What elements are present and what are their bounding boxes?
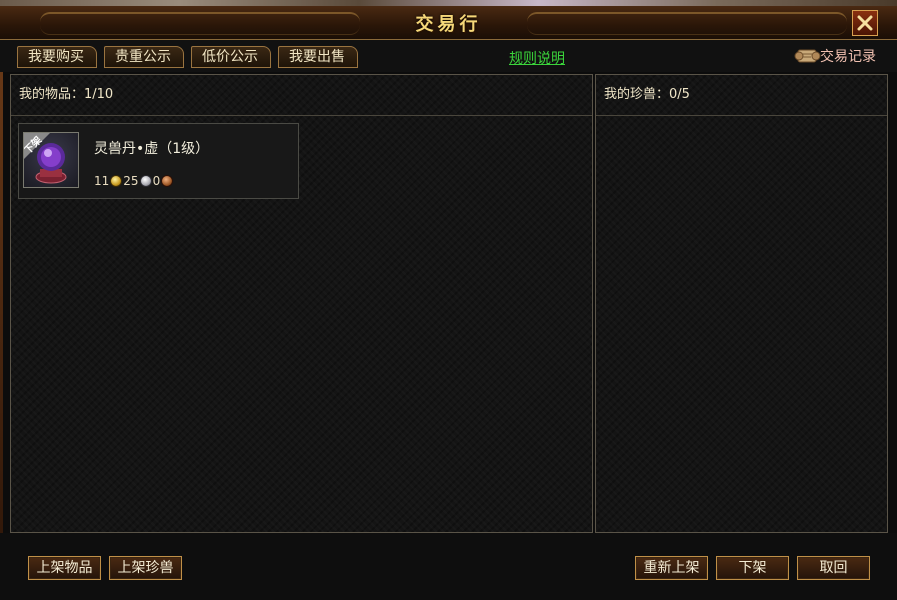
list-pet-button[interactable]: 上架珍兽 bbox=[109, 556, 182, 580]
rules-link[interactable]: 规则说明 bbox=[509, 48, 565, 68]
my-items-header: 我的物品：1/10 bbox=[11, 75, 592, 116]
item-name: 灵兽丹•虚（1级） bbox=[94, 141, 210, 157]
retrieve-button[interactable]: 取回 bbox=[797, 556, 870, 580]
tab-buy[interactable]: 我要购买 bbox=[17, 46, 97, 68]
scroll-icon bbox=[794, 49, 821, 63]
footer-bar: 上架物品 上架珍兽 重新上架 下架 取回 bbox=[0, 533, 897, 600]
list-item-button[interactable]: 上架物品 bbox=[28, 556, 101, 580]
copper-coin-icon bbox=[161, 175, 174, 187]
item-price: 11 25 0 bbox=[94, 174, 174, 188]
window-left-edge bbox=[0, 40, 3, 600]
tab-bar: 我要购买 贵重公示 低价公示 我要出售 规则说明 交易记录 bbox=[0, 40, 897, 72]
price-gold-value: 11 bbox=[94, 174, 110, 188]
my-pets-header: 我的珍兽：0/5 bbox=[596, 75, 887, 116]
item-slot[interactable]: 下架 灵兽丹•虚（1级） 11 25 0 bbox=[18, 123, 299, 199]
tab-lowprice-notice[interactable]: 低价公示 bbox=[191, 46, 271, 68]
crystal-orb-icon: 下架 bbox=[23, 132, 79, 188]
close-x-icon bbox=[857, 15, 873, 31]
window-titlebar: 交易行 bbox=[0, 6, 897, 40]
my-pets-panel: 我的珍兽：0/5 bbox=[595, 74, 888, 533]
price-copper-value: 0 bbox=[152, 174, 161, 188]
relist-button[interactable]: 重新上架 bbox=[635, 556, 708, 580]
price-silver-value: 25 bbox=[123, 174, 139, 188]
delist-button[interactable]: 下架 bbox=[716, 556, 789, 580]
tab-sell[interactable]: 我要出售 bbox=[278, 46, 358, 68]
window-title: 交易行 bbox=[415, 14, 482, 35]
close-button[interactable] bbox=[852, 10, 878, 36]
my-items-panel: 我的物品：1/10 下架 灵兽丹•虚（1级） 11 25 0 bbox=[10, 74, 593, 533]
silver-coin-icon bbox=[139, 175, 152, 187]
trade-history-label: 交易记录 bbox=[820, 49, 876, 65]
gold-coin-icon bbox=[110, 175, 123, 187]
trade-history-link[interactable]: 交易记录 bbox=[794, 44, 876, 68]
tab-valuable-notice[interactable]: 贵重公示 bbox=[104, 46, 184, 68]
